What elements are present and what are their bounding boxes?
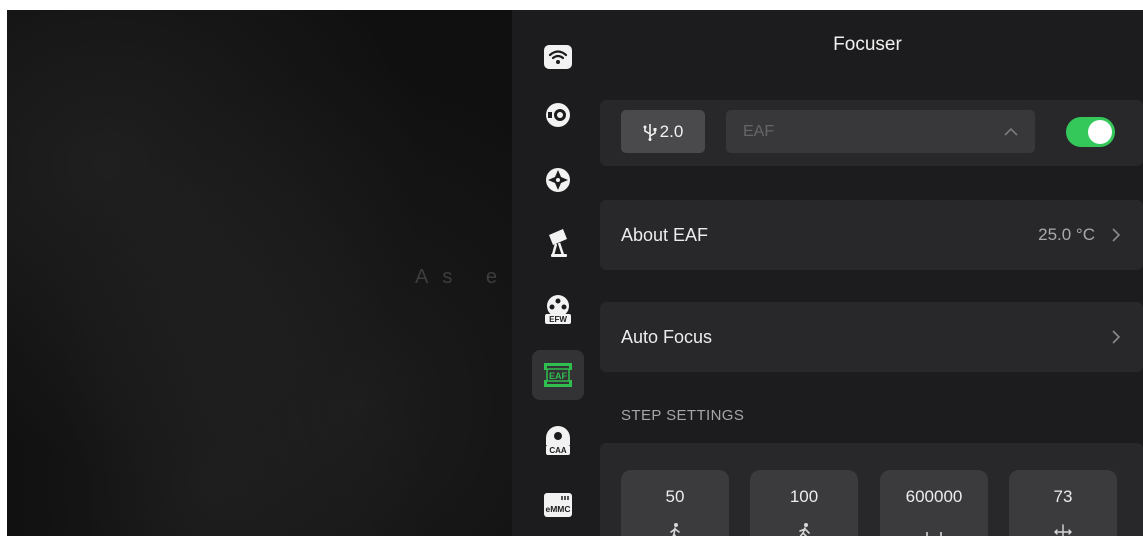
telescope-icon xyxy=(549,229,567,257)
page-title: Focuser xyxy=(833,34,902,55)
background-image: As e xyxy=(7,10,512,536)
sidebar-item-mount[interactable] xyxy=(532,155,584,205)
connection-card: 2.0 EAF xyxy=(600,100,1143,166)
emmc-badge-text: eMMC xyxy=(545,504,570,514)
step-tile-backlash[interactable]: 73 xyxy=(1009,470,1117,536)
sidebar-item-focuser[interactable]: EAF xyxy=(532,350,584,400)
filter-wheel-icon: EFW xyxy=(545,295,571,324)
temperature-value: 25.0 °C xyxy=(1038,225,1095,244)
usb-icon xyxy=(643,123,657,141)
device-sidebar: EFW EAF CAA eMMC xyxy=(512,10,592,536)
chevron-right-icon xyxy=(1112,228,1121,242)
max-step-icon xyxy=(926,532,942,536)
walk-fast-icon xyxy=(799,523,810,536)
step-settings-card: 50 100 600000 73 xyxy=(600,443,1143,536)
usb-version-label: 2.0 xyxy=(659,121,684,141)
step-settings-heading: STEP SETTINGS xyxy=(621,407,745,424)
step-value-max: 600000 xyxy=(905,487,963,506)
settings-panel: EFW EAF CAA eMMC Focuser 2.0 EAF About E… xyxy=(512,10,1143,536)
step-tile-max[interactable]: 600000 xyxy=(880,470,988,536)
auto-focus-row[interactable]: Auto Focus xyxy=(600,302,1143,372)
device-select[interactable]: EAF xyxy=(726,110,1035,153)
background-watermark-text: As e xyxy=(415,266,512,288)
eaf-badge-text: EAF xyxy=(549,371,568,381)
sidebar-item-rotator[interactable]: CAA xyxy=(532,415,584,465)
toggle-knob xyxy=(1088,120,1112,144)
storage-chip-icon: eMMC xyxy=(544,493,572,517)
auto-focus-label: Auto Focus xyxy=(621,326,713,347)
step-value-slow: 50 xyxy=(665,487,685,506)
usb-port-button[interactable]: 2.0 xyxy=(621,110,705,153)
about-device-label: About EAF xyxy=(621,224,709,245)
backlash-icon xyxy=(1054,524,1072,536)
wifi-icon xyxy=(544,45,572,69)
step-value-backlash: 73 xyxy=(1053,487,1073,506)
mount-crosshair-icon xyxy=(546,168,570,192)
caa-badge-text: CAA xyxy=(549,446,567,455)
step-tile-slow[interactable]: 50 xyxy=(621,470,729,536)
step-value-fast: 100 xyxy=(789,487,819,506)
chevron-right-icon xyxy=(1112,330,1121,344)
sidebar-item-storage[interactable]: eMMC xyxy=(532,480,584,530)
chevron-up-icon xyxy=(1004,127,1018,136)
sidebar-item-filter-wheel[interactable]: EFW xyxy=(532,284,584,334)
efw-badge-text: EFW xyxy=(549,315,567,324)
camera-lens-icon xyxy=(546,103,570,127)
focuser-enable-toggle[interactable] xyxy=(1066,117,1115,147)
rotator-icon: CAA xyxy=(546,426,570,455)
device-select-value: EAF xyxy=(743,122,775,140)
sidebar-item-camera[interactable] xyxy=(532,90,584,140)
about-device-row[interactable]: About EAF 25.0 °C xyxy=(600,200,1143,270)
sidebar-item-wifi[interactable] xyxy=(532,32,584,82)
step-tile-fast[interactable]: 100 xyxy=(750,470,858,536)
walk-slow-icon xyxy=(670,523,680,536)
sidebar-item-telescope[interactable] xyxy=(532,218,584,268)
focuser-icon: EAF xyxy=(544,363,572,387)
app-screen: As e EFW EAF CAA eMMC Focuser 2.0 EAF Ab… xyxy=(7,10,1143,536)
